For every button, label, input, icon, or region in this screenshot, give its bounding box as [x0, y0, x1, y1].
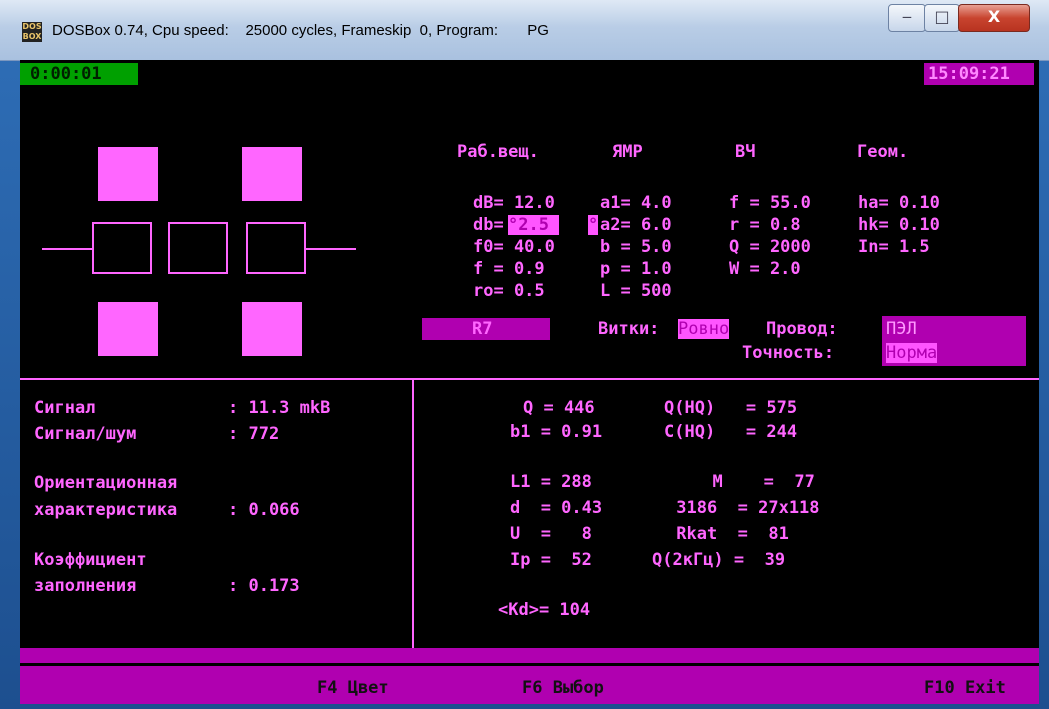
- snr-label: Сигнал/шум: [34, 424, 137, 444]
- accuracy-label: Точность:: [742, 343, 835, 363]
- window-title: DOSBox 0.74, Cpu speed: 25000 cycles, Fr…: [52, 22, 549, 39]
- snr-value: : 772: [228, 424, 280, 444]
- param-dB[interactable]: dB= 12.0: [473, 193, 555, 213]
- param-Q[interactable]: Q = 2000: [729, 237, 811, 257]
- fill-factor-label-2: заполнения: [34, 576, 137, 596]
- clock: 15:09:21: [928, 64, 1010, 84]
- result-Ip: Ip = 52: [510, 550, 592, 570]
- coil-section-1: [92, 222, 152, 274]
- pole-top-left: [98, 147, 158, 201]
- wire-label: Провод:: [766, 319, 838, 339]
- header-rf: ВЧ: [735, 142, 756, 162]
- result-U: U = 8: [510, 524, 592, 544]
- param-db-value[interactable]: °2.5: [508, 215, 560, 235]
- result-d: d = 0.43: [510, 498, 603, 518]
- maximize-button[interactable]: □: [924, 4, 960, 32]
- minimize-icon: ‒: [901, 7, 913, 26]
- f6-select-key[interactable]: F6 Выбор: [522, 678, 604, 698]
- result-L1: L1 = 288: [510, 472, 592, 492]
- result-3186: 3186 = 27x118: [666, 498, 820, 518]
- result-QHQ: Q(HQ) = 575: [664, 398, 798, 418]
- param-f-rf[interactable]: f = 55.0: [729, 193, 811, 213]
- footer-separator-bar: [20, 648, 1039, 663]
- param-a1[interactable]: a1= 4.0: [600, 193, 672, 213]
- param-r[interactable]: r = 0.8: [729, 215, 801, 235]
- result-M: M = 77: [692, 472, 815, 492]
- param-In[interactable]: In= 1.5: [858, 237, 930, 257]
- param-a2[interactable]: a2= 6.0: [600, 215, 672, 235]
- wire-value[interactable]: ПЭЛ: [886, 319, 917, 339]
- param-W[interactable]: W = 2.0: [729, 259, 801, 279]
- dos-screen: 0:00:01 15:09:21 Раб.вещ. ЯМР ВЧ Геом. d…: [20, 60, 1039, 704]
- param-L[interactable]: L = 500: [600, 281, 672, 301]
- header-geometry: Геом.: [857, 142, 909, 162]
- fill-factor-label-1: Коэффициент: [34, 550, 147, 570]
- wire-right: [306, 248, 356, 250]
- param-ha[interactable]: ha= 0.10: [858, 193, 940, 213]
- timer: 0:00:01: [30, 64, 102, 84]
- coil-section-3: [246, 222, 306, 274]
- result-Q2kHz: Q(2кГц) = 39: [652, 550, 786, 570]
- wire-left: [42, 248, 92, 250]
- orientation-label-1: Ориентационная: [34, 473, 178, 493]
- f10-exit-key[interactable]: F10 Exit: [924, 678, 1006, 698]
- coil-section-2: [168, 222, 228, 274]
- result-b1: b1 = 0.91: [510, 422, 603, 442]
- pole-bottom-left: [98, 302, 158, 356]
- header-nmr: ЯМР: [612, 142, 643, 162]
- param-hk[interactable]: hk= 0.10: [858, 215, 940, 235]
- title-bar[interactable]: DOS BOX DOSBox 0.74, Cpu speed: 25000 cy…: [0, 0, 1049, 61]
- param-db-label[interactable]: db=: [473, 215, 504, 235]
- vertical-divider: [412, 378, 414, 648]
- param-a2-marker: °: [588, 215, 599, 235]
- dosbox-icon: DOS BOX: [22, 22, 42, 42]
- pole-bottom-right: [242, 302, 302, 356]
- close-button[interactable]: X: [958, 4, 1030, 32]
- result-Rkat: Rkat = 81: [666, 524, 789, 544]
- param-f0[interactable]: f0= 40.0: [473, 237, 555, 257]
- orientation-label-2: характеристика: [34, 500, 178, 520]
- result-Q: Q = 446: [523, 398, 595, 418]
- material-value: R7: [472, 319, 493, 339]
- f4-color-key[interactable]: F4 Цвет: [317, 678, 389, 698]
- header-working-substance: Раб.вещ.: [457, 142, 539, 162]
- turns-value[interactable]: Ровно: [678, 319, 730, 339]
- signal-label: Сигнал: [34, 398, 96, 418]
- param-b[interactable]: b = 5.0: [600, 237, 672, 257]
- fill-factor-value: : 0.173: [228, 576, 300, 596]
- dosbox-window: DOS BOX DOSBox 0.74, Cpu speed: 25000 cy…: [0, 0, 1049, 709]
- close-icon: X: [987, 7, 1001, 26]
- param-ro[interactable]: ro= 0.5: [473, 281, 545, 301]
- param-p[interactable]: p = 1.0: [600, 259, 672, 279]
- accuracy-value[interactable]: Норма: [886, 343, 938, 363]
- maximize-icon: □: [934, 7, 950, 26]
- param-f[interactable]: f = 0.9: [473, 259, 545, 279]
- result-Kd: <Kd>= 104: [498, 600, 591, 620]
- pole-top-right: [242, 147, 302, 201]
- minimize-button[interactable]: ‒: [888, 4, 926, 32]
- signal-value: : 11.3 mkB: [228, 398, 331, 418]
- orientation-value: : 0.066: [228, 500, 300, 520]
- result-CHQ: C(HQ) = 244: [664, 422, 798, 442]
- turns-label: Витки:: [598, 319, 660, 339]
- horizontal-divider: [20, 378, 1039, 380]
